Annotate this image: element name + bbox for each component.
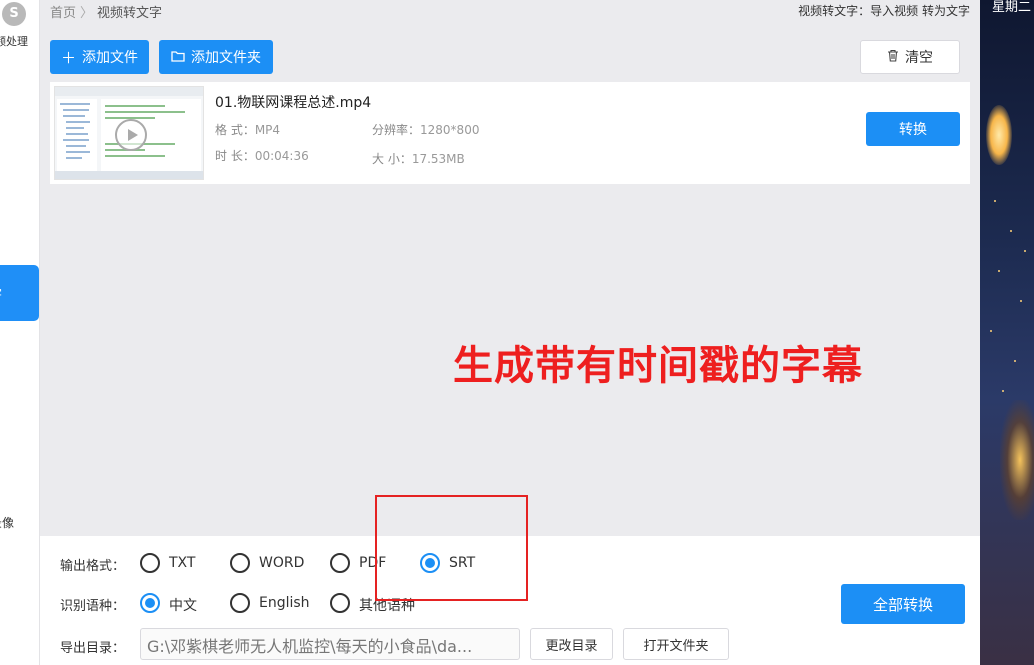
desktop-wallpaper: 星期二 [980,0,1034,665]
trash-icon [887,49,899,66]
annotation-caption: 生成带有时间戳的字幕 [453,343,863,389]
header-hint: 视频转文字：导入视频 转为文字 [798,4,970,18]
breadcrumb: 首页〉视频转文字 [50,2,162,21]
change-dir-button[interactable]: 更改目录 [530,628,613,660]
format-radio-word[interactable] [230,553,250,573]
language-radio-zh[interactable] [140,593,160,613]
convert-all-label: 全部转换 [872,595,933,614]
convert-label: 转换 [899,122,927,138]
app-logo-icon: S [2,2,26,26]
add-file-label: 添加文件 [82,50,138,66]
file-duration: 时 长：00:04:36 [215,149,309,163]
format-label-txt[interactable]: TXT [169,555,195,571]
format-label-srt[interactable]: SRT [449,555,475,571]
language-label-en[interactable]: English [259,595,310,611]
thumbnail-taskbar [55,171,203,179]
sidebar-item-record[interactable]: 录像 [0,514,14,531]
thumbnail-tree [57,99,97,173]
wallpaper-flame [986,105,1012,165]
output-format-label: 输出格式： [60,559,126,574]
language-label-other[interactable]: 其他语种 [359,595,415,615]
video-thumbnail[interactable] [54,86,204,180]
breadcrumb-home[interactable]: 首页 [50,6,76,21]
file-resolution: 分辨率：1280*800 [372,123,480,137]
wallpaper-corner-text: 星期二 [992,0,1032,15]
plus-icon: ＋ [60,48,76,67]
sidebar: S 音频处理 字 录像 [0,0,40,665]
clear-button[interactable]: 清空 [860,40,960,74]
add-file-button[interactable]: ＋ 添加文件 [50,40,149,74]
clear-label: 清空 [905,50,933,66]
format-label-word[interactable]: WORD [259,555,304,571]
main-panel: 首页〉视频转文字 视频转文字：导入视频 转为文字 ＋ 添加文件 添加文件夹 清空 [40,0,980,665]
folder-icon [171,48,185,66]
format-radio-txt[interactable] [140,553,160,573]
thumbnail-titlebar [55,87,203,96]
convert-all-button[interactable]: 全部转换 [841,584,965,624]
convert-button[interactable]: 转换 [866,112,960,146]
export-dir-input[interactable]: G:\邓紫棋老师无人机监控\每天的小食品\da... [140,628,520,660]
language-radio-other[interactable] [330,593,350,613]
sidebar-item-active-label: 字 [0,285,2,302]
format-radio-pdf[interactable] [330,553,350,573]
file-list-item[interactable]: 01.物联网课程总述.mp4 格 式：MP4 分辨率：1280*800 时 长：… [50,82,970,184]
file-size: 大 小：17.53MB [372,152,465,166]
add-folder-label: 添加文件夹 [191,50,261,66]
export-dir-label: 导出目录： [60,641,126,656]
breadcrumb-separator: 〉 [80,6,94,21]
output-settings: 输出格式： TXT WORD PDF SRT 识别语种： 中文 English … [40,536,980,665]
open-folder-label: 打开文件夹 [643,638,709,654]
wallpaper-glow [1000,400,1034,520]
language-label-zh[interactable]: 中文 [169,595,197,615]
sidebar-item-audio[interactable]: 音频处理 [0,33,28,49]
language-label: 识别语种： [60,599,126,614]
format-label-pdf[interactable]: PDF [359,555,386,571]
format-radio-srt[interactable] [420,553,440,573]
sidebar-item-active[interactable]: 字 [0,265,39,321]
add-folder-button[interactable]: 添加文件夹 [159,40,273,74]
file-name: 01.物联网课程总述.mp4 [215,95,372,111]
open-folder-button[interactable]: 打开文件夹 [623,628,729,660]
file-format: 格 式：MP4 [215,123,281,137]
change-dir-label: 更改目录 [545,638,598,654]
breadcrumb-current: 视频转文字 [97,6,163,21]
language-radio-en[interactable] [230,593,250,613]
play-icon[interactable] [115,119,147,151]
